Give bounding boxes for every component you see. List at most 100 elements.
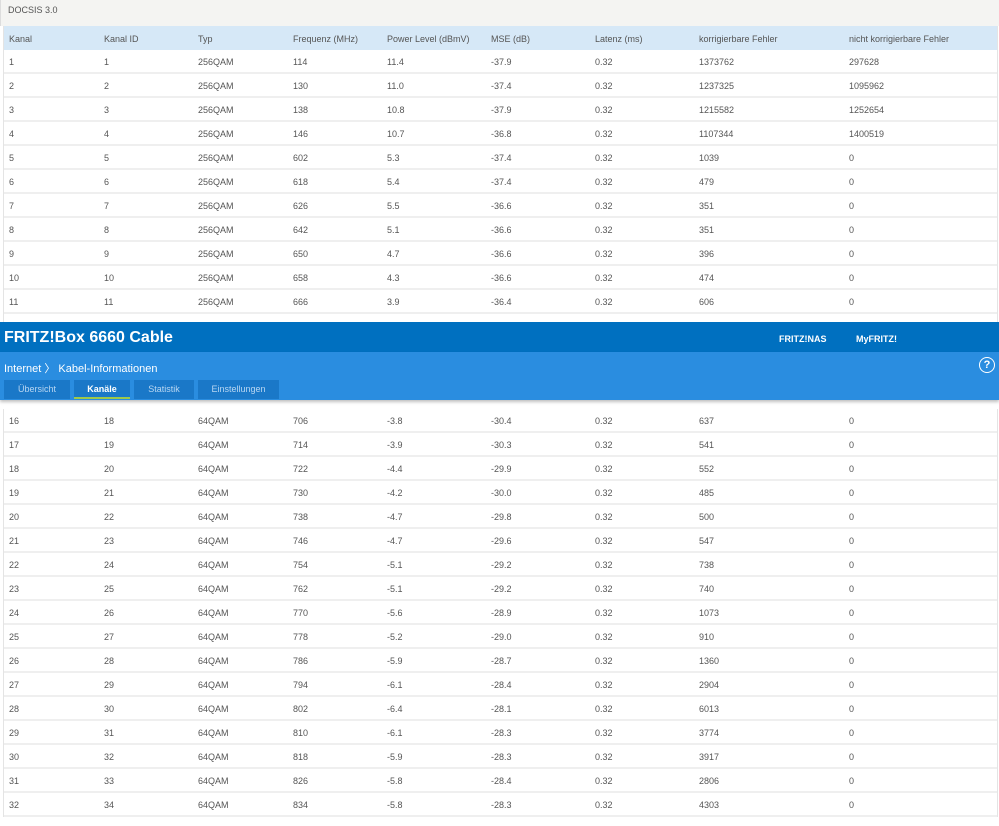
table-cell: 11	[9, 297, 19, 307]
table-cell: 256QAM	[198, 105, 234, 115]
table-cell: -4.7	[387, 536, 403, 546]
myfritz-link[interactable]: MyFRITZ!	[856, 334, 897, 344]
table-row: 10 10 256QAM 658 4.3 -36.6 0.32 474 0	[4, 266, 997, 290]
table-cell: 17	[9, 440, 20, 450]
table-cell: 0.32	[595, 153, 613, 163]
table-cell: 740	[699, 584, 715, 594]
table-cell: 5.4	[387, 177, 400, 187]
tab-einstellungen[interactable]: Einstellungen	[198, 380, 279, 399]
caption-text: DOCSIS 3.0	[8, 5, 58, 15]
table-cell: 24	[104, 560, 115, 570]
table-cell: -5.6	[387, 608, 403, 618]
table-row: 26 28 64QAM 786 -5.9 -28.7 0.32 1360 0	[4, 649, 997, 673]
table-cell: -37.4	[491, 177, 512, 187]
table-cell: 706	[293, 416, 309, 426]
table-cell: 64QAM	[198, 752, 229, 762]
table-cell: -29.8	[491, 512, 512, 522]
top-header: FRITZ!Box 6660 Cable FRITZ!NAS MyFRITZ!	[0, 322, 999, 352]
table-cell: 256QAM	[198, 273, 234, 283]
table-cell: 64QAM	[198, 512, 229, 522]
table-cell: 0	[849, 297, 855, 307]
table-cell: 826	[293, 776, 309, 786]
table-cell: -5.8	[387, 776, 403, 786]
table-cell: 19	[9, 488, 20, 498]
tab-statistik[interactable]: Statistik	[134, 380, 194, 399]
column-header-cell: MSE (dB)	[491, 34, 531, 44]
table-cell: 0.32	[595, 560, 613, 570]
table-row: 4 4 256QAM 146 10.7 -36.8 0.32 1107344 1400519	[4, 122, 997, 146]
table-cell: 11	[104, 297, 114, 307]
table-cell: 1073	[699, 608, 720, 618]
table-cell: 0.32	[595, 273, 613, 283]
table-cell: 642	[293, 225, 309, 235]
table-cell: 0	[849, 560, 855, 570]
table-cell: 8	[104, 225, 110, 235]
table-row: 11 11 256QAM 666 3.9 -36.4 0.32 606 0	[4, 290, 997, 314]
column-header-cell: Power Level (dBmV)	[387, 34, 470, 44]
table-cell: 20	[9, 512, 20, 522]
table-cell: 256QAM	[198, 249, 234, 259]
table-cell: 19	[104, 440, 115, 450]
table-cell: 18	[9, 464, 20, 474]
table-row: 6 6 256QAM 618 5.4 -37.4 0.32 479 0	[4, 170, 997, 194]
table-cell: 64QAM	[198, 584, 229, 594]
table-cell: -29.9	[491, 464, 512, 474]
table-cell: 762	[293, 584, 309, 594]
tab-kanaele[interactable]: Kanäle	[74, 380, 130, 399]
table-row: 30 32 64QAM 818 -5.9 -28.3 0.32 3917 0	[4, 745, 997, 769]
table-cell: 130	[293, 81, 309, 91]
brand-title: FRITZ!Box 6660 Cable	[4, 329, 173, 346]
table-cell: 0	[849, 416, 855, 426]
table-cell: 256QAM	[198, 297, 234, 307]
table-cell: 256QAM	[198, 81, 234, 91]
table-cell: 0	[849, 440, 855, 450]
table-cell: 0	[849, 680, 855, 690]
table-cell: 1	[9, 57, 15, 67]
table-row: 9 9 256QAM 650 4.7 -36.6 0.32 396 0	[4, 242, 997, 266]
table-cell: 485	[699, 488, 715, 498]
table-cell: 1400519	[849, 129, 885, 139]
table-cell: 0.32	[595, 440, 613, 450]
table-cell: 910	[699, 632, 715, 642]
table-cell: 10	[9, 273, 20, 283]
table-cell: 818	[293, 752, 309, 762]
table-cell: 602	[293, 153, 309, 163]
table-cell: 31	[9, 776, 20, 786]
table-cell: 650	[293, 249, 309, 259]
table-cell: -37.9	[491, 57, 512, 67]
table-cell: 64QAM	[198, 560, 229, 570]
table-cell: 29	[9, 728, 20, 738]
table-cell: -36.6	[491, 273, 512, 283]
table-cell: 770	[293, 608, 309, 618]
table-cell: 64QAM	[198, 632, 229, 642]
table-cell: 25	[9, 632, 20, 642]
table-cell: 794	[293, 680, 309, 690]
table-cell: 738	[293, 512, 309, 522]
table-cell: 0.32	[595, 632, 613, 642]
table-cell: 0	[849, 656, 855, 666]
table-cell: 0	[849, 177, 855, 187]
fritz-nas-link[interactable]: FRITZ!NAS	[779, 334, 827, 344]
table-cell: 0.32	[595, 728, 613, 738]
table-cell: 0.32	[595, 608, 613, 618]
table-cell: 64QAM	[198, 416, 229, 426]
table-cell: 1360	[699, 656, 720, 666]
table-cell: 714	[293, 440, 309, 450]
help-circle-icon[interactable]: ?	[979, 357, 995, 373]
table-cell: 64QAM	[198, 656, 229, 666]
table-row: 25 27 64QAM 778 -5.2 -29.0 0.32 910 0	[4, 625, 997, 649]
table-cell: -4.4	[387, 464, 403, 474]
table-cell: 500	[699, 512, 715, 522]
table-cell: 0	[849, 153, 855, 163]
table-row: 7 7 256QAM 626 5.5 -36.6 0.32 351 0	[4, 194, 997, 218]
table-cell: 21	[104, 488, 115, 498]
column-header-cell: nicht korrigierbare Fehler	[849, 34, 950, 44]
column-header-cell: Latenz (ms)	[595, 34, 643, 44]
table-cell: 10.7	[387, 129, 405, 139]
table-cell: 1	[104, 57, 110, 67]
table-cell: 0.32	[595, 680, 613, 690]
channel-table-top: Kanal Kanal ID Typ Frequenz (MHz) Power Leve…	[3, 26, 998, 338]
tab-uebersicht[interactable]: Übersicht	[4, 380, 70, 399]
table-row: 5 5 256QAM 602 5.3 -37.4 0.32 1039 0	[4, 146, 997, 170]
channel-table-bottom: 16 18 64QAM 706 -3.8 -30.4 0.32 637 0 17 19 64QAM 71…	[3, 409, 998, 817]
